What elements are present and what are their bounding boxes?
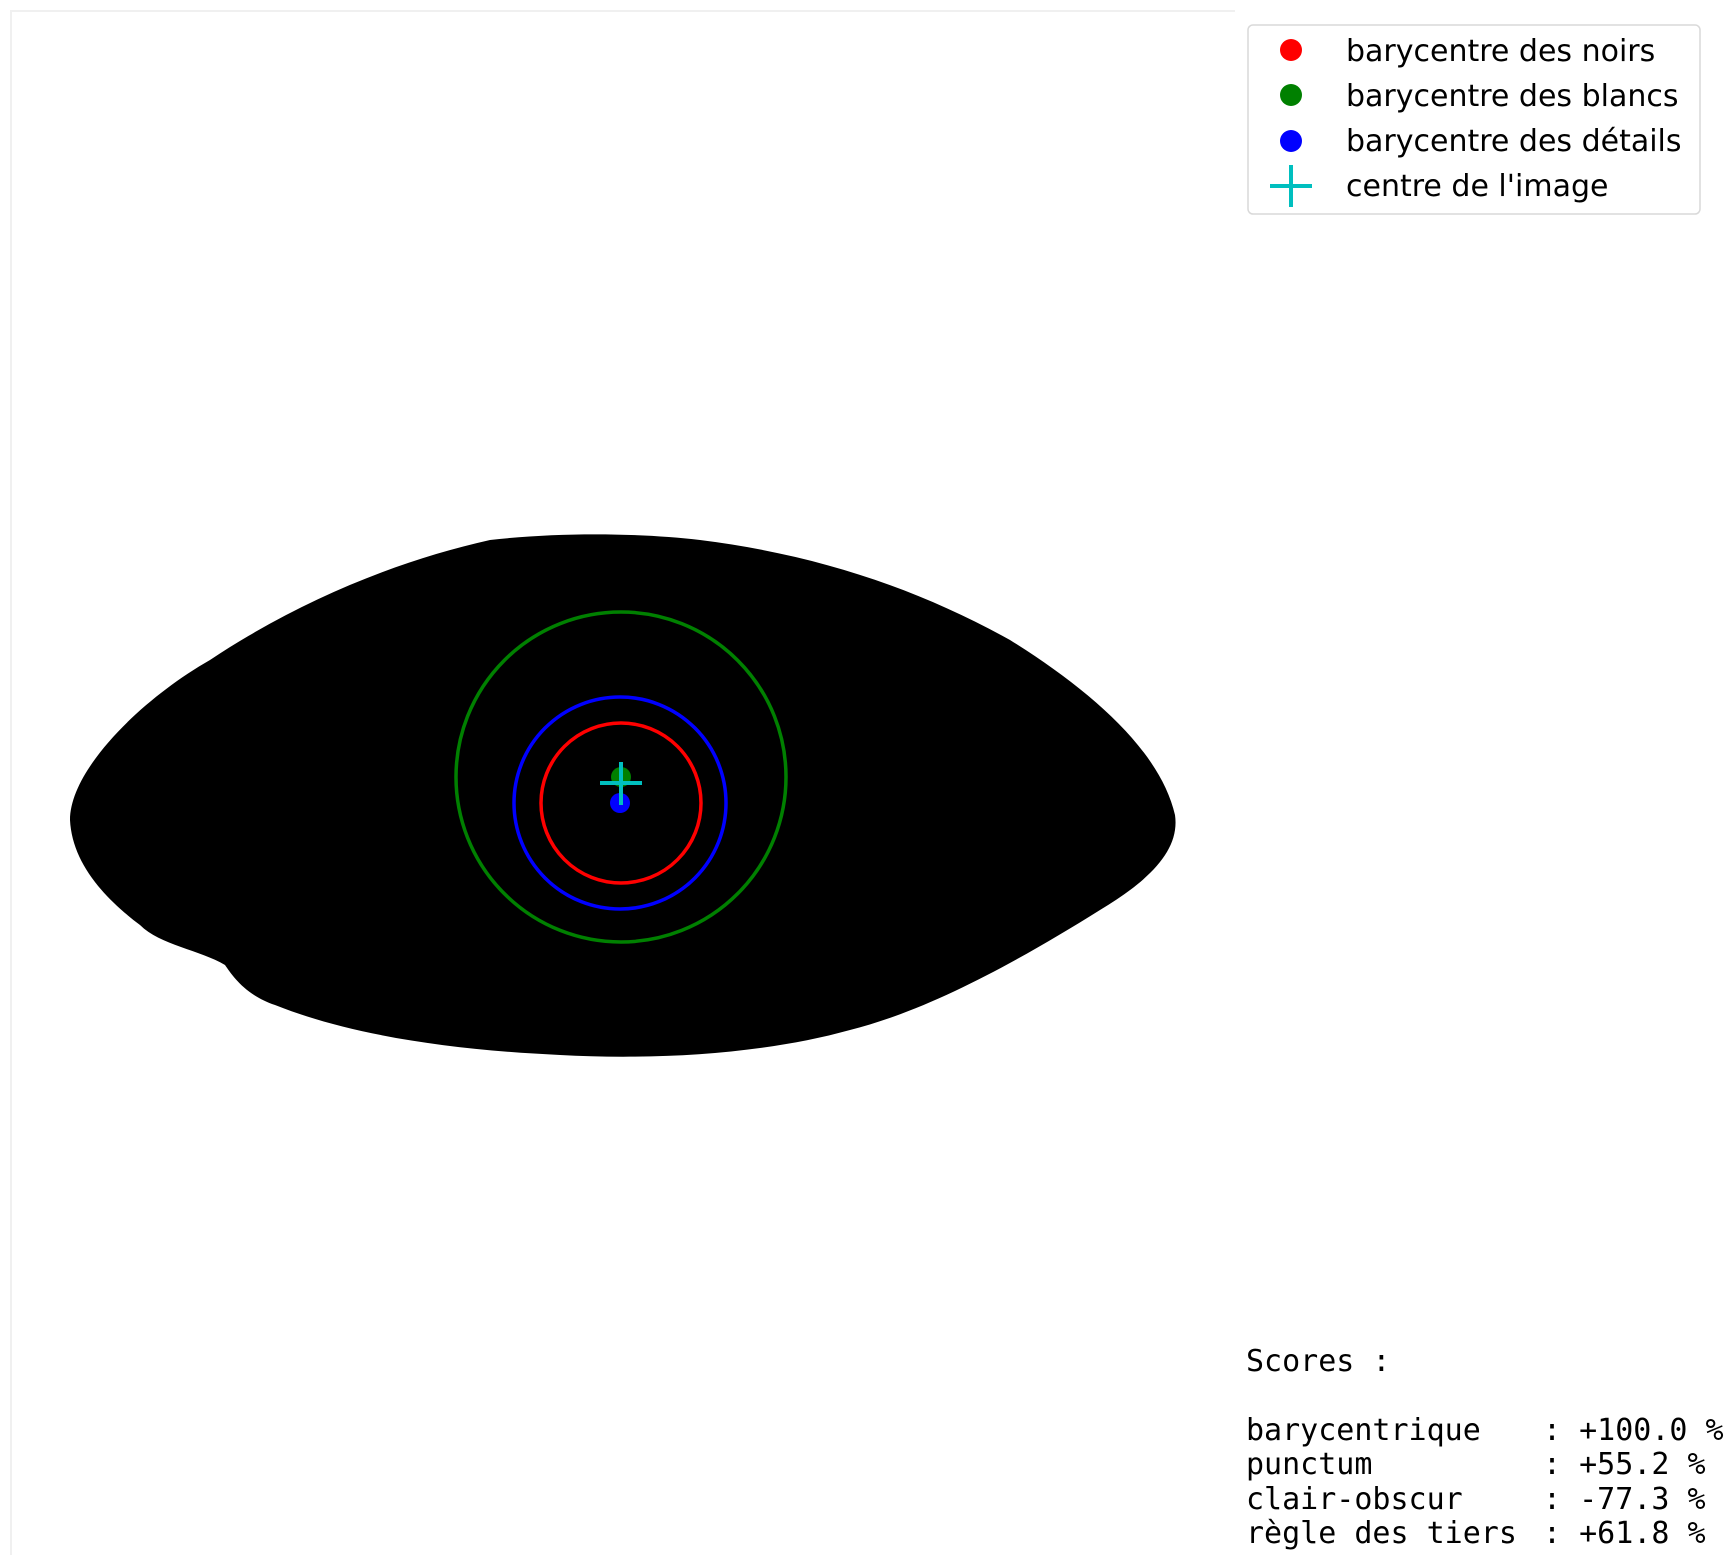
score-value: : +100.0 % (1543, 1413, 1724, 1448)
legend: barycentre des noirs barycentre des blan… (1247, 24, 1701, 215)
legend-dot-green-icon (1280, 84, 1302, 106)
legend-label-details: barycentre des détails (1346, 124, 1682, 159)
scores-heading: Scores : (1246, 1344, 1391, 1379)
score-row-punctum: punctum : +55.2 % (1246, 1447, 1706, 1482)
score-value: : +61.8 % (1543, 1516, 1706, 1551)
legend-label-blancs: barycentre des blancs (1346, 79, 1678, 114)
legend-dot-red-icon (1280, 39, 1302, 61)
score-name: règle des tiers (1246, 1516, 1517, 1551)
score-value: : -77.3 % (1543, 1482, 1706, 1517)
score-name: punctum (1246, 1447, 1517, 1482)
score-name: barycentrique (1246, 1413, 1517, 1448)
analysis-canvas: barycentre des noirs barycentre des blan… (10, 10, 1724, 1555)
score-row-regle-des-tiers: règle des tiers : +61.8 % (1246, 1516, 1706, 1551)
legend-label-centre: centre de l'image (1346, 169, 1608, 204)
score-row-barycentrique: barycentrique : +100.0 % (1246, 1413, 1724, 1448)
score-name: clair-obscur (1246, 1482, 1517, 1517)
score-value: : +55.2 % (1543, 1447, 1706, 1482)
legend-label-noirs: barycentre des noirs (1346, 34, 1655, 69)
scores-block: Scores : barycentrique : +100.0 % punctu… (1246, 1344, 1724, 1551)
score-row-clair-obscur: clair-obscur : -77.3 % (1246, 1482, 1706, 1517)
legend-dot-blue-icon (1280, 130, 1302, 152)
